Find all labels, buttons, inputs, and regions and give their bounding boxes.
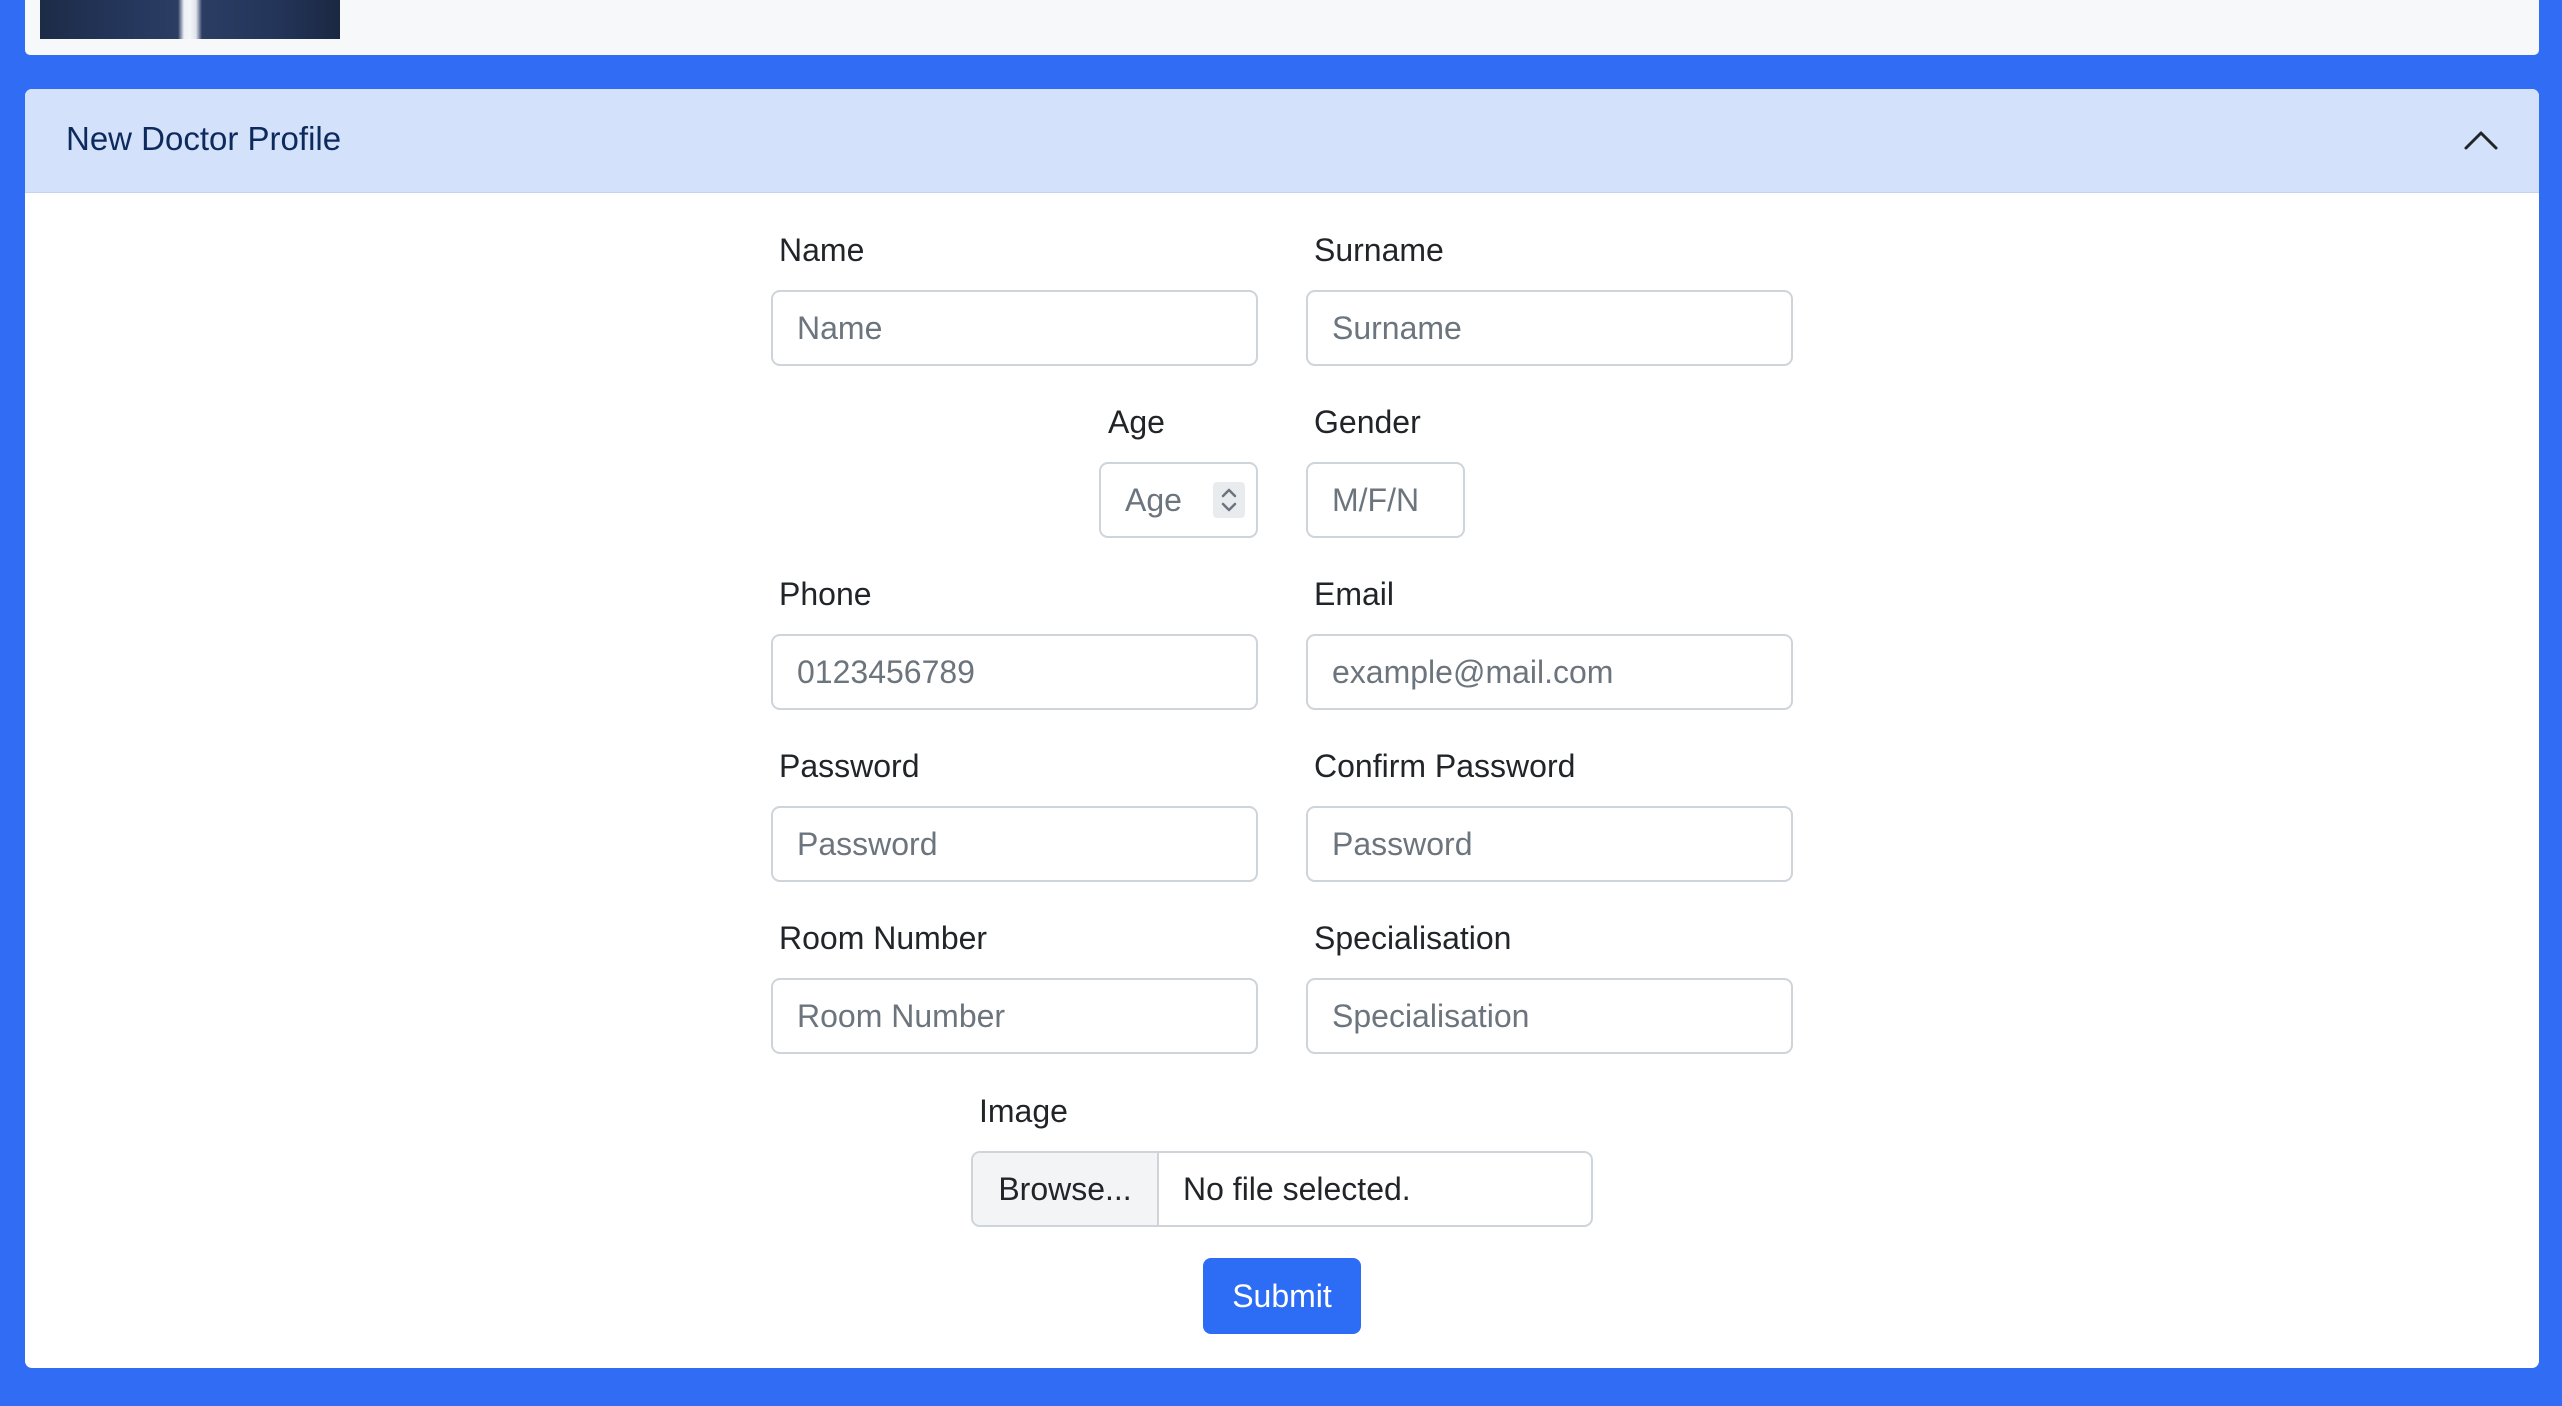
submit-button[interactable]: Submit: [1203, 1258, 1361, 1334]
phone-input[interactable]: [771, 634, 1258, 710]
confirm-password-input[interactable]: [1306, 806, 1793, 882]
up-down-arrows-icon: [1221, 488, 1237, 512]
browse-button[interactable]: Browse...: [973, 1153, 1159, 1225]
password-input[interactable]: [771, 806, 1258, 882]
previous-card: [25, 0, 2539, 55]
gender-label: Gender: [1314, 404, 1421, 440]
surname-label: Surname: [1314, 232, 1444, 268]
doctor-photo-thumbnail: [40, 0, 340, 39]
panel-title: New Doctor Profile: [66, 120, 342, 157]
panel-header[interactable]: New Doctor Profile: [25, 89, 2539, 193]
file-status-text: No file selected.: [1183, 1170, 1411, 1207]
room-number-input[interactable]: [771, 978, 1258, 1054]
password-label: Password: [779, 748, 920, 784]
name-label: Name: [779, 232, 865, 268]
age-stepper[interactable]: [1213, 482, 1245, 518]
chevron-up-icon[interactable]: [2463, 125, 2499, 155]
specialisation-input[interactable]: [1306, 978, 1793, 1054]
name-input[interactable]: [771, 290, 1258, 366]
surname-input[interactable]: [1306, 290, 1793, 366]
room-number-label: Room Number: [779, 920, 988, 956]
new-doctor-profile-panel: New Doctor Profile Name Surname Age Gend…: [25, 89, 2539, 1368]
age-label: Age: [1108, 404, 1165, 440]
specialisation-label: Specialisation: [1314, 920, 1512, 956]
phone-label: Phone: [779, 576, 872, 612]
email-input[interactable]: [1306, 634, 1793, 710]
confirm-password-label: Confirm Password: [1314, 748, 1576, 784]
image-file-input[interactable]: Browse... No file selected.: [971, 1151, 1593, 1227]
email-label: Email: [1314, 576, 1395, 612]
gender-input[interactable]: [1306, 462, 1465, 538]
image-label: Image: [979, 1093, 1068, 1129]
